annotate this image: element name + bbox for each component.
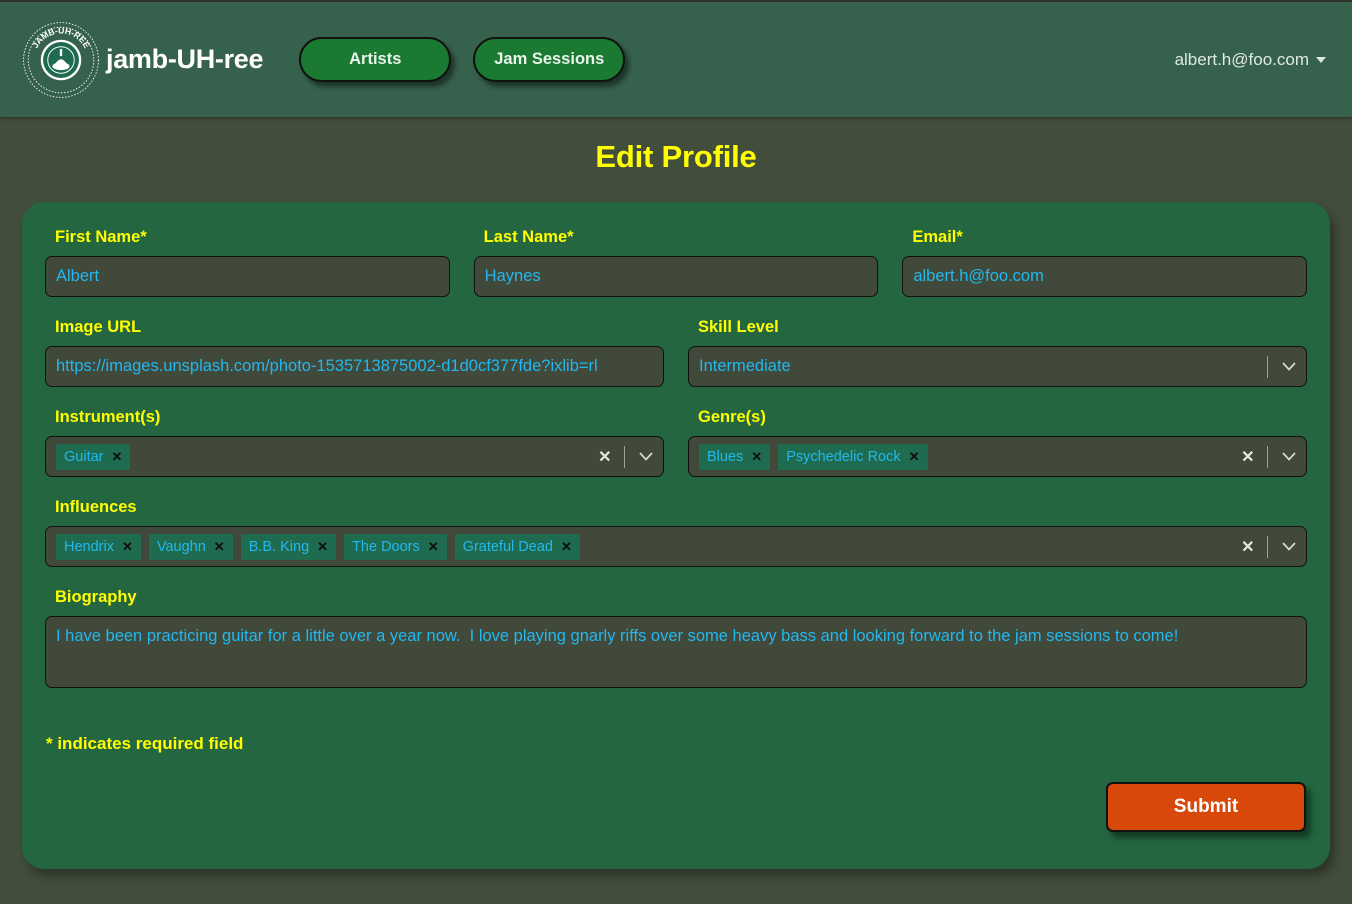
submit-button[interactable]: Submit — [1106, 782, 1306, 832]
genres-label: Genre(s) — [698, 408, 766, 426]
form-row-names: First Name* Albert Last Name* Haynes Ema… — [36, 228, 1316, 318]
form-row-instruments-genres: Instrument(s) Guitar ✕ ✕ Genre(s) Blues ✕ P… — [36, 408, 1316, 498]
first-name-label: First Name* — [55, 228, 147, 246]
image-url-input[interactable]: https://images.unsplash.com/photo-153571… — [45, 346, 664, 387]
chevron-down-icon[interactable] — [1272, 539, 1306, 555]
skill-level-value: Intermediate — [699, 357, 791, 375]
chip: Hendrix ✕ — [56, 533, 141, 560]
field-genres: Genre(s) Blues ✕ Psychedelic Rock ✕ ✕ — [688, 408, 1307, 477]
chip-remove-icon[interactable]: ✕ — [112, 449, 123, 465]
nav-jam-sessions-button[interactable]: Jam Sessions — [473, 37, 626, 82]
chip-label: The Doors — [352, 538, 420, 555]
chip-label: Blues — [707, 448, 744, 465]
first-name-value: Albert — [56, 267, 100, 285]
select-controls: ✕ — [590, 437, 663, 476]
chip: Guitar ✕ — [56, 443, 131, 470]
form-row-influences: Influences Hendrix ✕ Vaughn ✕ B.B. King ✕ The … — [36, 498, 1316, 588]
select-divider — [1266, 355, 1268, 378]
field-influences: Influences Hendrix ✕ Vaughn ✕ B.B. King ✕ The … — [45, 498, 1307, 567]
select-divider — [1266, 445, 1268, 468]
influences-chip-list: Hendrix ✕ Vaughn ✕ B.B. King ✕ The Doors ✕ Grate… — [56, 533, 1233, 560]
chip-remove-icon[interactable]: ✕ — [561, 539, 572, 555]
biography-textarea[interactable] — [45, 616, 1307, 688]
first-name-input[interactable]: Albert — [45, 256, 450, 297]
select-divider — [1266, 535, 1268, 558]
chip: Vaughn ✕ — [148, 533, 233, 560]
select-controls: ✕ — [1233, 527, 1306, 566]
clear-all-icon[interactable]: ✕ — [1233, 447, 1262, 467]
form-row-biography: Biography — [36, 588, 1316, 714]
field-email: Email* albert.h@foo.com — [902, 228, 1308, 297]
last-name-label: Last Name* — [483, 228, 574, 246]
chip: The Doors ✕ — [344, 533, 447, 560]
clear-all-icon[interactable]: ✕ — [1233, 537, 1262, 557]
select-controls: ✕ — [1233, 437, 1306, 476]
image-url-label: Image URL — [55, 318, 142, 336]
chip: Blues ✕ — [699, 443, 771, 470]
chip-label: Hendrix — [64, 538, 114, 555]
field-biography: Biography — [45, 588, 1307, 693]
nav-artists-button[interactable]: Artists — [299, 37, 452, 82]
page-title: Edit Profile — [595, 139, 757, 174]
instruments-label: Instrument(s) — [55, 408, 161, 426]
brand[interactable]: JAMB-UH-REE jamb-UH-ree — [22, 21, 264, 99]
user-email-label: albert.h@foo.com — [1174, 50, 1309, 69]
form-row-image-skill: Image URL https://images.unsplash.com/ph… — [36, 318, 1316, 408]
chip-remove-icon[interactable]: ✕ — [317, 539, 328, 555]
chevron-down-icon[interactable] — [629, 449, 663, 465]
instruments-multiselect[interactable]: Guitar ✕ ✕ — [45, 436, 664, 477]
image-url-value: https://images.unsplash.com/photo-153571… — [56, 357, 598, 375]
genres-multiselect[interactable]: Blues ✕ Psychedelic Rock ✕ ✕ — [688, 436, 1307, 477]
submit-row: Submit — [36, 782, 1316, 832]
chip-label: Psychedelic Rock — [786, 448, 901, 465]
chip-label: Vaughn — [156, 538, 206, 555]
required-field-note: * indicates required field — [46, 734, 244, 753]
field-last-name: Last Name* Haynes — [473, 228, 879, 297]
email-label: Email* — [912, 228, 963, 246]
skill-level-select[interactable]: Intermediate — [688, 346, 1307, 387]
chip-label: Guitar — [64, 448, 104, 465]
chip-remove-icon[interactable]: ✕ — [214, 539, 225, 555]
nav-links: Artists Jam Sessions — [299, 37, 626, 82]
last-name-value: Haynes — [484, 267, 541, 285]
chevron-down-icon — [1316, 57, 1326, 63]
chip-remove-icon[interactable]: ✕ — [428, 539, 439, 555]
instruments-chip-list: Guitar ✕ — [56, 443, 590, 470]
edit-profile-card: First Name* Albert Last Name* Haynes Ema… — [22, 202, 1330, 869]
user-account-menu[interactable]: albert.h@foo.com — [1175, 50, 1326, 70]
chip: Psychedelic Rock ✕ — [778, 443, 928, 470]
chip-label: B.B. King — [248, 538, 310, 555]
chip: Grateful Dead ✕ — [454, 533, 580, 560]
chevron-down-icon[interactable] — [1272, 359, 1306, 375]
field-first-name: First Name* Albert — [45, 228, 450, 297]
chevron-down-icon[interactable] — [1272, 449, 1306, 465]
chip-remove-icon[interactable]: ✕ — [751, 449, 762, 465]
field-image-url: Image URL https://images.unsplash.com/ph… — [45, 318, 664, 387]
field-skill-level: Skill Level Intermediate — [688, 318, 1307, 387]
last-name-input[interactable]: Haynes — [473, 256, 879, 297]
select-controls — [1263, 347, 1307, 386]
jamboree-seal-logo: JAMB-UH-REE — [23, 21, 99, 98]
chip-remove-icon[interactable]: ✕ — [909, 449, 920, 465]
chip: B.B. King ✕ — [240, 533, 337, 560]
email-value: albert.h@foo.com — [913, 267, 1044, 285]
influences-multiselect[interactable]: Hendrix ✕ Vaughn ✕ B.B. King ✕ The Doors ✕ Grate… — [45, 526, 1307, 567]
field-instruments: Instrument(s) Guitar ✕ ✕ — [45, 408, 664, 477]
clear-all-icon[interactable]: ✕ — [590, 447, 619, 467]
influences-label: Influences — [55, 498, 137, 516]
chip-remove-icon[interactable]: ✕ — [122, 539, 133, 555]
biography-label: Biography — [55, 588, 137, 606]
email-input[interactable]: albert.h@foo.com — [902, 256, 1308, 297]
select-divider — [623, 445, 625, 468]
genres-chip-list: Blues ✕ Psychedelic Rock ✕ — [699, 443, 1233, 470]
skill-level-label: Skill Level — [698, 318, 779, 336]
top-navbar: JAMB-UH-REE jamb-UH-ree Artists Jam Sess… — [0, 0, 1352, 117]
chip-label: Grateful Dead — [462, 538, 553, 555]
brand-name: jamb-UH-ree — [106, 44, 264, 74]
